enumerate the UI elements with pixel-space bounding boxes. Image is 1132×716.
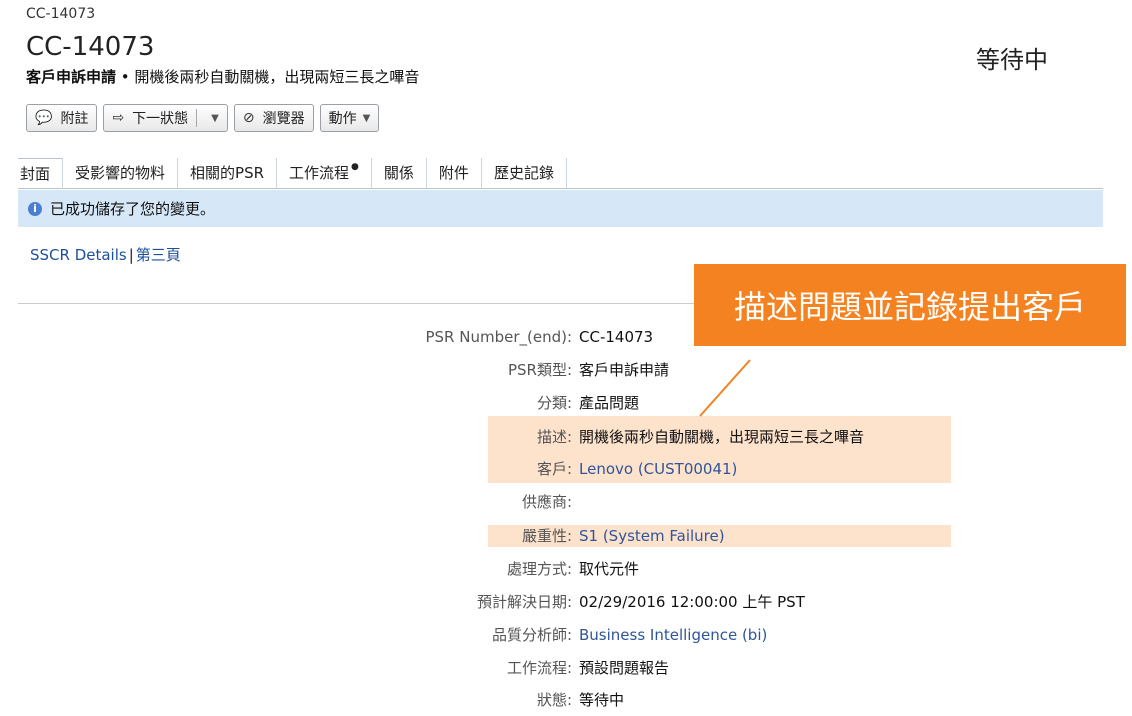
field-row: 客戶: Lenovo (CUST00041) (0, 458, 1132, 480)
record-type: 客戶申訴申請 (26, 68, 117, 86)
browser-button[interactable]: ⊘ 瀏覽器 (233, 104, 314, 132)
field-value: 預設問題報告 (579, 659, 670, 677)
tab-relationships[interactable]: 關係 (372, 158, 427, 188)
field-value: 開機後兩秒自動關機，出現兩短三長之嗶音 (579, 428, 865, 446)
tab-affected-items[interactable]: 受影響的物料 (63, 158, 179, 188)
breadcrumb: CC-14073 (26, 6, 96, 22)
next-state-button[interactable]: ⇨ 下一狀態 ▼ (103, 104, 228, 132)
tab-history[interactable]: 歷史記錄 (482, 158, 567, 188)
arrow-right-box-icon: ⇨ (112, 110, 125, 126)
actions-button-label: 動作 (328, 111, 357, 127)
field-value: 02/29/2016 12:00:00 上午 PST (579, 593, 805, 611)
no-entry-icon: ⊘ (242, 110, 255, 126)
severity-value: S1 (System Failure) (579, 527, 725, 545)
field-label: 嚴重性: (521, 527, 572, 545)
field-label: PSR Number_(end): (425, 328, 572, 346)
tab-bar: 封面 受影響的物料 相關的PSR 工作流程 ● 關係 附件 歷史記錄 (18, 158, 1103, 189)
field-label: 狀態: (536, 691, 572, 709)
analyst-link[interactable]: Business Intelligence (bi) (579, 624, 767, 646)
tab-cover[interactable]: 封面 (18, 158, 64, 189)
field-row: PSR類型: 客戶申訴申請 (0, 359, 1132, 381)
field-row: 品質分析師: Business Intelligence (bi) (0, 624, 1132, 646)
tab-attachments[interactable]: 附件 (427, 158, 482, 188)
dot-icon: ● (351, 162, 359, 172)
tab-workflow-label: 工作流程 (289, 164, 350, 182)
browser-button-label: 瀏覽器 (262, 111, 305, 127)
field-row: 預計解決日期: 02/29/2016 12:00:00 上午 PST (0, 591, 1132, 613)
field-row: 描述: 開機後兩秒自動關機，出現兩短三長之嗶音 (0, 426, 1132, 448)
status-header: 等待中 (976, 46, 1048, 74)
speech-bubble-icon: 💬 (35, 110, 53, 126)
subtitle-separator: • (116, 68, 135, 86)
annotation-callout: 描述問題並記錄提出客戶 (694, 264, 1126, 346)
next-state-button-label: 下一狀態 (132, 111, 189, 127)
field-label: 預計解決日期: (476, 593, 572, 611)
customer-link[interactable]: Lenovo (CUST00041) (579, 458, 737, 480)
field-value: 客戶申訴申請 (579, 361, 670, 379)
field-label: 工作流程: (506, 659, 572, 677)
success-notice: i 已成功儲存了您的變更。 (18, 190, 1103, 227)
field-row: 狀態: 等待中 (0, 689, 1132, 711)
field-row: 供應商: (0, 491, 1132, 513)
field-label: 分類: (536, 394, 572, 412)
field-row: 嚴重性: S1 (System Failure) (0, 525, 1132, 547)
record-description: 開機後兩秒自動關機，出現兩短三長之嗶音 (134, 68, 420, 86)
field-value: 等待中 (579, 691, 625, 709)
field-row: 分類: 產品問題 (0, 392, 1132, 414)
notice-text: 已成功儲存了您的變更。 (50, 200, 216, 218)
tab-related-psr[interactable]: 相關的PSR (178, 158, 278, 188)
comment-button[interactable]: 💬 附註 (26, 104, 98, 132)
field-value: 產品問題 (579, 394, 640, 412)
field-row: 處理方式: 取代元件 (0, 558, 1132, 580)
field-row: 工作流程: 預設問題報告 (0, 657, 1132, 679)
toolbar: 💬 附註 ⇨ 下一狀態 ▼ ⊘ 瀏覽器 動作 ▼ (26, 104, 380, 134)
button-divider (196, 109, 198, 127)
sub-navigation: SSCR Details | 第三頁 (30, 244, 181, 265)
actions-button[interactable]: 動作 ▼ (319, 104, 380, 132)
field-value: 取代元件 (579, 560, 640, 578)
tab-workflow[interactable]: 工作流程 ● (277, 158, 372, 188)
link-sscr-details[interactable]: SSCR Details (30, 246, 127, 264)
field-label: 客戶: (536, 460, 572, 478)
field-value: CC-14073 (579, 328, 654, 346)
page-subtitle: 客戶申訴申請 • 開機後兩秒自動關機，出現兩短三長之嗶音 (26, 66, 419, 87)
info-icon: i (28, 201, 42, 216)
comment-button-label: 附註 (60, 111, 89, 127)
link-separator: | (128, 246, 134, 264)
field-label: 描述: (536, 428, 572, 446)
field-label: 供應商: (521, 493, 572, 511)
chevron-down-icon[interactable]: ▼ (211, 113, 219, 124)
field-label: 處理方式: (506, 560, 572, 578)
link-page-three[interactable]: 第三頁 (136, 246, 181, 264)
chevron-down-icon: ▼ (362, 112, 371, 124)
field-label: 品質分析師: (491, 626, 572, 644)
field-label: PSR類型: (507, 361, 572, 379)
page-title: CC-14073 (26, 32, 155, 62)
